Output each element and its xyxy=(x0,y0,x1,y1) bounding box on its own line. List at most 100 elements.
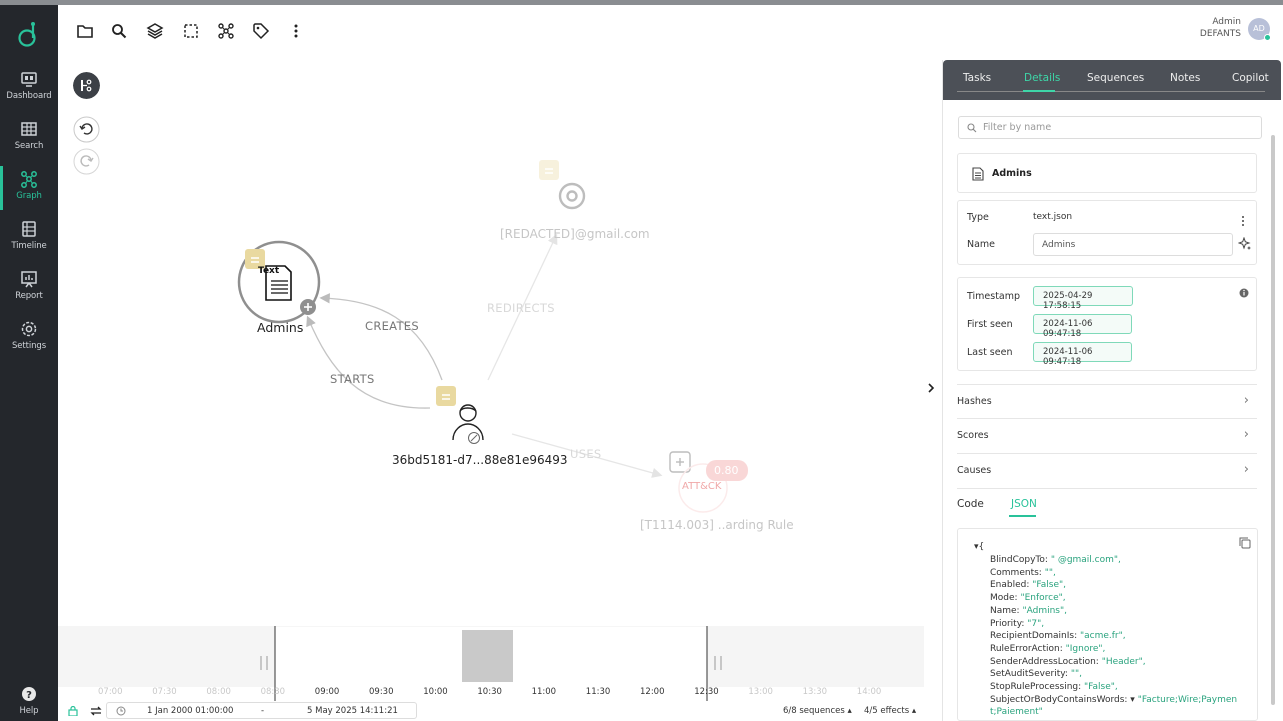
edge-label-uses: USES xyxy=(570,447,602,461)
timeline-tick-label: 13:30 xyxy=(802,687,828,697)
json-value: "Ignore", xyxy=(1065,643,1106,654)
name-label: Name xyxy=(967,239,996,250)
sequences-count: 6/8 sequences xyxy=(783,706,845,716)
json-line: SenderAddressLocation: "Header", xyxy=(990,656,1146,669)
graph-canvas[interactable] xyxy=(0,0,940,625)
tab-copilot[interactable]: Copilot xyxy=(1232,72,1269,84)
score-badge: 0.80 xyxy=(714,464,739,477)
active-tab-indicator xyxy=(1023,90,1055,92)
attack-badge: ATT&CK xyxy=(682,481,722,492)
timestamps-card: Timestamp 2025-04-29 17:58:15 First seen… xyxy=(957,277,1257,371)
timeline-tick-label: 07:00 xyxy=(98,687,123,697)
json-line: t;Paiement" xyxy=(990,706,1043,719)
timeline-tick-label: 09:00 xyxy=(314,687,340,697)
node-label-email[interactable]: [REDACTED]@gmail.com xyxy=(500,227,650,241)
edge-label-creates: CREATES xyxy=(365,319,419,333)
user-org: DEFANTS xyxy=(1199,29,1241,39)
timeline-tick-label: 12:30 xyxy=(694,687,719,697)
section-hashes[interactable]: Hashes › xyxy=(957,384,1257,419)
copy-icon[interactable] xyxy=(1239,537,1251,549)
collapse-panel-chevron-icon[interactable] xyxy=(926,381,936,395)
json-value: "Admins", xyxy=(1022,605,1067,616)
node-email xyxy=(539,160,586,210)
date-range-field[interactable]: 1 Jan 2000 01:00:00 - 5 May 2025 14:11:2… xyxy=(106,702,417,719)
timeline-tick-label: 11:30 xyxy=(585,687,611,697)
first-seen-label: First seen xyxy=(967,319,1013,330)
node-label-user[interactable]: 36bd5181-d7...88e81e96493 xyxy=(392,453,568,467)
panel-tabs: Tasks Details Sequences Notes Copilot xyxy=(943,60,1281,100)
help-icon: ? xyxy=(22,687,36,701)
node-label-admins[interactable]: Admins xyxy=(257,320,303,335)
json-viewer: ▾{ BlindCopyTo: " @gmail.com", Comments: … xyxy=(957,528,1258,721)
json-root-toggle[interactable]: ▾{ xyxy=(974,541,984,554)
edge-label-starts: STARTS xyxy=(330,372,375,386)
section-label: Causes xyxy=(957,465,992,476)
section-scores[interactable]: Scores › xyxy=(957,419,1257,454)
section-label: Hashes xyxy=(957,396,992,407)
last-seen-value[interactable]: 2024-11-06 09:47:18 xyxy=(1033,342,1132,367)
first-seen-value[interactable]: 2024-11-06 09:47:18 xyxy=(1033,314,1132,339)
user-info[interactable]: Admin DEFANTS xyxy=(1200,16,1241,40)
effects-filter[interactable]: 4/5 effects ▴ xyxy=(864,706,916,716)
sparkle-icon[interactable] xyxy=(1238,237,1252,251)
date-range-start: 1 Jan 2000 01:00:00 xyxy=(147,706,234,716)
json-line: Mode: "Enforce", xyxy=(990,592,1066,605)
json-value: "", xyxy=(1070,669,1082,680)
object-header: Admins xyxy=(957,153,1257,193)
json-key: SenderAddressLocation: xyxy=(990,656,1099,667)
node-admins xyxy=(237,240,321,324)
json-line: BlindCopyTo: " @gmail.com", xyxy=(990,554,1121,567)
sequences-filter[interactable]: 6/8 sequences ▴ xyxy=(783,706,852,716)
online-status-dot xyxy=(1264,34,1271,41)
clock-icon xyxy=(116,706,126,716)
tab-sequences[interactable]: Sequences xyxy=(1087,72,1144,84)
lock-icon[interactable] xyxy=(68,706,78,716)
json-value: "acme.fr", xyxy=(1080,631,1126,642)
details-panel: Tasks Details Sequences Notes Copilot Fi… xyxy=(942,60,1281,721)
timeline-tick-label: 11:00 xyxy=(531,687,557,697)
tab-json[interactable]: JSON xyxy=(1011,498,1037,510)
filter-input[interactable]: Filter by name xyxy=(958,116,1262,139)
tab-details[interactable]: Details xyxy=(1024,72,1060,84)
node-label-rule[interactable]: [T1114.003] ..arding Rule xyxy=(640,518,794,532)
tab-divider xyxy=(957,91,1265,92)
section-causes[interactable]: Causes › xyxy=(957,454,1257,489)
svg-text:?: ? xyxy=(26,690,32,701)
json-key: RuleErrorAction: xyxy=(990,643,1063,654)
more-vertical-icon[interactable] xyxy=(1240,215,1246,227)
json-key: StopRuleProcessing: xyxy=(990,682,1082,692)
date-range-end: 5 May 2025 14:11:21 xyxy=(307,706,398,716)
timeline-tick-label: 13:00 xyxy=(748,687,773,697)
json-key: SubjectOrBodyContainsWords: ▾ xyxy=(990,694,1135,705)
json-key: SetAuditSeverity: xyxy=(990,669,1068,680)
swap-icon[interactable] xyxy=(90,705,102,717)
json-tab-indicator xyxy=(1009,515,1036,517)
timeline-tick-label: 08:00 xyxy=(206,687,231,697)
type-value: text.json xyxy=(1033,212,1073,222)
last-seen-label: Last seen xyxy=(967,347,1013,358)
effects-count: 4/5 effects xyxy=(864,706,910,716)
panel-scrollbar[interactable] xyxy=(1271,135,1275,705)
json-line: SubjectOrBodyContainsWords: ▾ "Facture;W… xyxy=(990,694,1237,707)
name-field[interactable]: Admins xyxy=(1033,233,1233,256)
json-value: "", xyxy=(1044,567,1056,578)
json-value: "False", xyxy=(1084,682,1118,692)
json-line: RuleErrorAction: "Ignore", xyxy=(990,643,1105,656)
tab-tasks[interactable]: Tasks xyxy=(963,72,991,84)
json-key: Name: xyxy=(990,605,1020,616)
json-value: "Header", xyxy=(1101,656,1146,667)
chevron-right-icon: › xyxy=(1243,427,1249,442)
timeline-tick-label: 10:30 xyxy=(477,687,502,697)
json-line: RecipientDomainIs: "acme.fr", xyxy=(990,630,1126,643)
timeline-footer: 1 Jan 2000 01:00:00 - 5 May 2025 14:11:2… xyxy=(58,701,938,721)
object-properties: Type text.json Name Admins xyxy=(957,200,1257,265)
search-icon xyxy=(967,123,977,133)
sidebar-item-help[interactable]: ? Help xyxy=(0,685,58,721)
json-key: RecipientDomainIs: xyxy=(990,631,1078,642)
timestamp-value[interactable]: 2025-04-29 17:58:15 xyxy=(1033,286,1133,311)
info-icon[interactable] xyxy=(1239,288,1249,298)
tab-code[interactable]: Code xyxy=(957,498,984,510)
timeline-tick-label: 08:30 xyxy=(260,687,286,697)
json-value: " @gmail.com", xyxy=(1050,555,1121,565)
tab-notes[interactable]: Notes xyxy=(1170,72,1200,84)
